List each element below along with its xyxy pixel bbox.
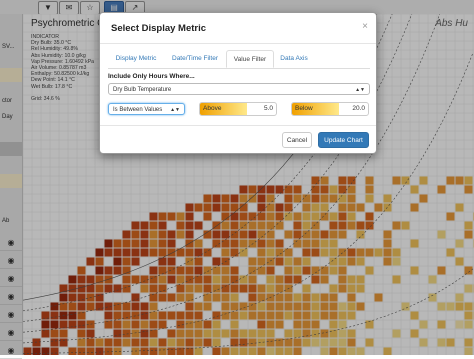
dialog-title: Select Display Metric bbox=[111, 23, 206, 34]
tab-display-metric[interactable]: Display Metric bbox=[108, 50, 164, 68]
condition-select-value: Is Between Values bbox=[113, 107, 162, 113]
tab-value-filter[interactable]: Value Filter bbox=[226, 50, 274, 68]
tab-data-axis[interactable]: Data Axis bbox=[274, 50, 314, 68]
tab-date-time-filter[interactable]: Date/Time Filter bbox=[164, 50, 226, 68]
below-field[interactable]: Below 20.0 bbox=[291, 102, 369, 116]
below-label: Below bbox=[292, 103, 339, 115]
cancel-button[interactable]: Cancel bbox=[282, 132, 312, 148]
psychrometric-app: ▼ ✉ ☆ ▤ ↗ SV... ctor Day Ab ◉ ◉ ◉ ◉ ◉ ◉ … bbox=[0, 0, 474, 355]
dialog-tabs: Display Metric Date/Time Filter Value Fi… bbox=[108, 50, 370, 69]
filter-section-label: Include Only Hours Where... bbox=[108, 73, 195, 80]
divider bbox=[100, 125, 376, 126]
update-chart-button[interactable]: Update Chart bbox=[318, 132, 369, 148]
metric-select-value: Dry Bulb Temperature bbox=[113, 87, 171, 93]
above-field[interactable]: Above 5.0 bbox=[199, 102, 277, 116]
above-value[interactable]: 5.0 bbox=[264, 103, 273, 115]
divider bbox=[100, 43, 376, 44]
chevron-updown-icon: ▲▼ bbox=[170, 104, 180, 116]
condition-select[interactable]: Is Between Values ▲▼ bbox=[108, 103, 185, 115]
above-label: Above bbox=[200, 103, 247, 115]
below-value[interactable]: 20.0 bbox=[352, 103, 365, 115]
chevron-updown-icon: ▲▼ bbox=[355, 84, 365, 96]
select-display-metric-dialog: Select Display Metric × Display Metric D… bbox=[99, 12, 377, 154]
metric-select[interactable]: Dry Bulb Temperature ▲▼ bbox=[108, 83, 370, 95]
close-icon[interactable]: × bbox=[362, 21, 368, 32]
